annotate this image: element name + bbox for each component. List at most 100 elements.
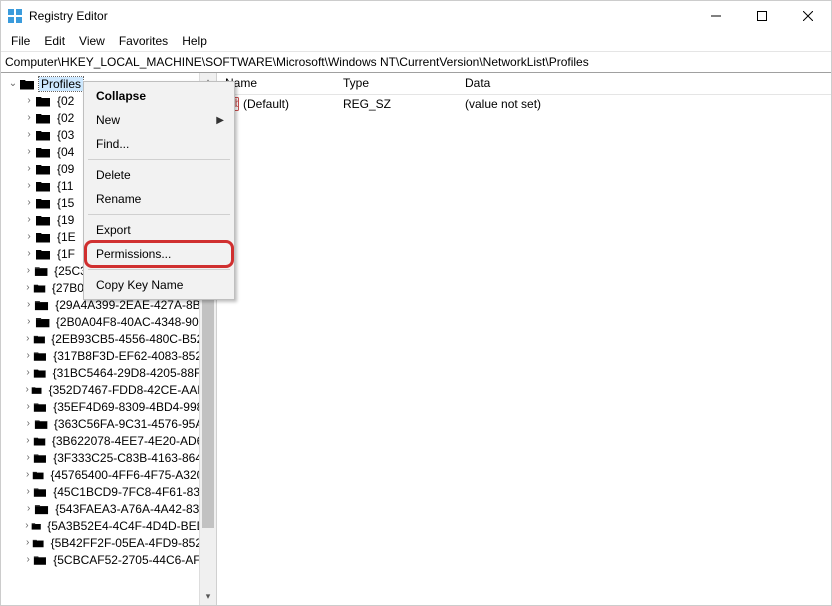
tree-item[interactable]: › {2EB93CB5-4556-480C-B524- — [1, 330, 216, 347]
tree-item[interactable]: › {45C1BCD9-7FC8-4F61-83F4 — [1, 483, 216, 500]
tree-item-label: {15 — [55, 196, 76, 210]
chevron-right-icon[interactable]: › — [23, 163, 35, 174]
context-item-label: Find... — [96, 137, 129, 151]
tree-item-label: {45765400-4FF6-4F75-A320-8 — [49, 468, 216, 482]
tree-item[interactable]: ›{2B0A04F8-40AC-4348-90D9 — [1, 313, 216, 330]
tree-item-label: {02 — [55, 111, 76, 125]
chevron-right-icon[interactable]: › — [23, 146, 35, 157]
tree-item-label: {317B8F3D-EF62-4083-852B- — [51, 349, 216, 363]
tree-item-label: {1E — [55, 230, 78, 244]
tree-item[interactable]: › {5A3B52E4-4C4F-4D4D-BEDC — [1, 517, 216, 534]
chevron-right-icon[interactable]: › — [23, 401, 33, 412]
address-input[interactable] — [5, 53, 827, 71]
col-data[interactable]: Data — [457, 73, 831, 94]
menu-view[interactable]: View — [73, 32, 111, 50]
tree-item-label: {09 — [55, 162, 76, 176]
chevron-down-icon[interactable]: ⌄ — [7, 78, 19, 89]
tree-item[interactable]: › {35EF4D69-8309-4BD4-9984- — [1, 398, 216, 415]
minimize-button[interactable] — [693, 1, 739, 31]
chevron-right-icon[interactable]: › — [23, 248, 35, 259]
maximize-button[interactable] — [739, 1, 785, 31]
menu-help[interactable]: Help — [176, 32, 213, 50]
tree-item-label: {03 — [55, 128, 76, 142]
value-row[interactable]: (Default)REG_SZ(value not set) — [217, 95, 831, 113]
app-icon — [7, 8, 23, 24]
context-item-label: Collapse — [96, 89, 146, 103]
context-item-label: Export — [96, 223, 131, 237]
chevron-right-icon[interactable]: › — [23, 486, 33, 497]
tree-item-label: {19 — [55, 213, 76, 227]
tree-item[interactable]: ›{3F333C25-C83B-4163-864E- — [1, 449, 216, 466]
context-item-label: Delete — [96, 168, 131, 182]
context-item-label: Copy Key Name — [96, 278, 183, 292]
context-rename[interactable]: Rename — [86, 187, 232, 211]
chevron-right-icon[interactable]: › — [23, 214, 35, 225]
window-buttons — [693, 1, 831, 31]
context-item-label: Rename — [96, 192, 141, 206]
tree-item-label: {3B622078-4EE7-4E20-AD62- — [50, 434, 216, 448]
context-export[interactable]: Export — [86, 218, 232, 242]
chevron-right-icon[interactable]: › — [23, 95, 35, 106]
chevron-right-icon[interactable]: › — [23, 316, 35, 327]
chevron-right-icon[interactable]: › — [23, 384, 31, 395]
tree-item[interactable]: › {3B622078-4EE7-4E20-AD62- — [1, 432, 216, 449]
context-collapse[interactable]: Collapse — [86, 84, 232, 108]
scroll-down-icon[interactable]: ▾ — [200, 588, 216, 605]
tree-item[interactable]: › {363C56FA-9C31-4576-95A7- — [1, 415, 216, 432]
chevron-right-icon[interactable]: › — [23, 350, 33, 361]
tree-item[interactable]: › {317B8F3D-EF62-4083-852B- — [1, 347, 216, 364]
window-title: Registry Editor — [29, 9, 693, 23]
context-new[interactable]: New▶ — [86, 108, 232, 132]
chevron-right-icon[interactable]: › — [23, 299, 34, 310]
chevron-right-icon[interactable]: › — [23, 452, 33, 463]
chevron-right-icon[interactable]: › — [23, 520, 31, 531]
tree-item[interactable]: › {543FAEA3-A76A-4A42-83E0 — [1, 500, 216, 517]
tree-item-label: {352D7467-FDD8-42CE-AADB — [47, 383, 216, 397]
tree-item-label: {31BC5464-29D8-4205-88FD- — [51, 366, 216, 380]
tree-item[interactable]: › {31BC5464-29D8-4205-88FD- — [1, 364, 216, 381]
chevron-right-icon[interactable]: › — [23, 265, 34, 276]
context-item-label: New — [96, 113, 120, 127]
chevron-right-icon[interactable]: › — [23, 435, 33, 446]
chevron-right-icon[interactable]: › — [23, 282, 33, 293]
context-find[interactable]: Find... — [86, 132, 232, 156]
tree-item[interactable]: › {352D7467-FDD8-42CE-AADB — [1, 381, 216, 398]
menubar: File Edit View Favorites Help — [1, 31, 831, 51]
context-copy-key-name[interactable]: Copy Key Name — [86, 273, 232, 297]
chevron-right-icon[interactable]: › — [23, 418, 34, 429]
chevron-right-icon[interactable]: › — [23, 469, 32, 480]
chevron-right-icon[interactable]: › — [23, 129, 35, 140]
chevron-right-icon[interactable]: › — [23, 180, 35, 191]
chevron-right-icon[interactable]: › — [23, 503, 34, 514]
tree-item-label: {1F — [55, 247, 77, 261]
context-delete[interactable]: Delete — [86, 163, 232, 187]
col-type[interactable]: Type — [335, 73, 457, 94]
chevron-right-icon[interactable]: › — [23, 537, 32, 548]
context-permissions[interactable]: Permissions... — [86, 242, 232, 266]
menu-edit[interactable]: Edit — [38, 32, 71, 50]
value-name: (Default) — [243, 97, 289, 111]
tree-item[interactable]: ›{5B42FF2F-05EA-4FD9-852A- — [1, 534, 216, 551]
menu-separator — [88, 159, 230, 160]
chevron-right-icon[interactable]: › — [23, 112, 35, 123]
tree-item-label: {35EF4D69-8309-4BD4-9984- — [51, 400, 216, 414]
chevron-right-icon[interactable]: › — [23, 197, 35, 208]
tree-item-label: {5A3B52E4-4C4F-4D4D-BEDC — [45, 519, 216, 533]
menu-favorites[interactable]: Favorites — [113, 32, 174, 50]
chevron-right-icon[interactable]: › — [23, 231, 35, 242]
chevron-right-icon[interactable]: › — [23, 367, 33, 378]
tree-item-label: {11 — [55, 179, 75, 193]
tree-item-label: {45C1BCD9-7FC8-4F61-83F4 — [51, 485, 216, 499]
menu-file[interactable]: File — [5, 32, 36, 50]
tree-item-label: {02 — [55, 94, 76, 108]
menu-separator — [88, 214, 230, 215]
chevron-right-icon[interactable]: › — [23, 554, 33, 565]
chevron-right-icon[interactable]: › — [23, 333, 33, 344]
tree-item[interactable]: ›{5CBCAF52-2705-44C6-AF28 — [1, 551, 216, 568]
tree-item-label: {363C56FA-9C31-4576-95A7- — [52, 417, 216, 431]
tree-item-label: {543FAEA3-A76A-4A42-83E0 — [53, 502, 216, 516]
tree-item[interactable]: › {45765400-4FF6-4F75-A320-8 — [1, 466, 216, 483]
tree-item-label: {2EB93CB5-4556-480C-B524- — [49, 332, 216, 346]
close-button[interactable] — [785, 1, 831, 31]
context-menu: Collapse New▶ Find... Delete Rename Export Per… — [83, 81, 235, 300]
